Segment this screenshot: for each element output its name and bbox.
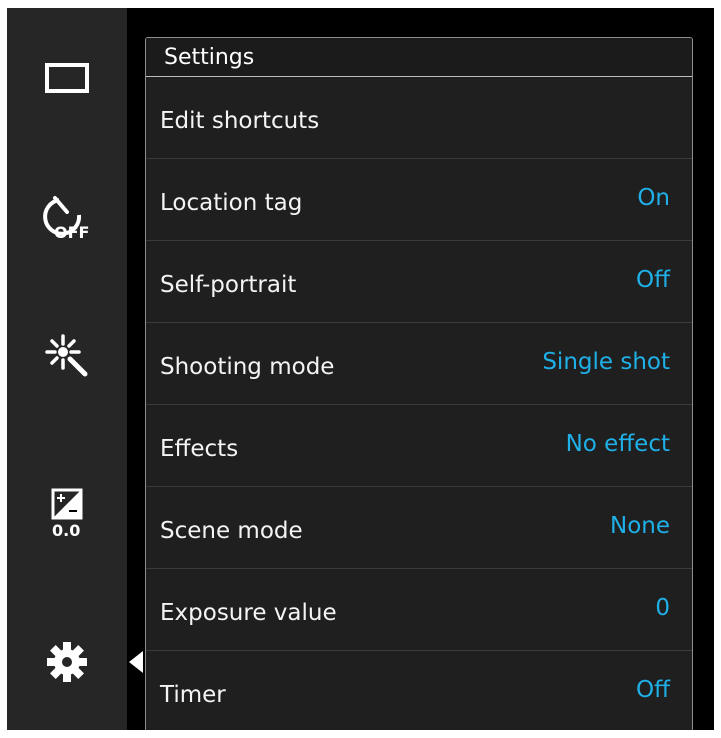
menu-item-location-tag[interactable]: Location tag On: [146, 159, 692, 241]
menu-item-value: 0: [655, 594, 670, 621]
menu-item-value: On: [637, 184, 670, 211]
settings-panel: Settings Edit shortcuts Location tag On …: [145, 37, 693, 730]
menu-item-shooting-mode[interactable]: Shooting mode Single shot: [146, 323, 692, 405]
menu-item-value: Single shot: [542, 348, 670, 375]
camera-sidebar: OFF 0.0: [7, 8, 127, 730]
menu-item-edit-shortcuts[interactable]: Edit shortcuts: [146, 77, 692, 159]
menu-item-label: Scene mode: [160, 517, 303, 544]
panel-title: Settings: [146, 38, 692, 77]
selected-pointer: [129, 651, 143, 673]
settings-list: Edit shortcuts Location tag On Self-port…: [146, 77, 692, 730]
menu-item-timer[interactable]: Timer Off: [146, 651, 692, 730]
camera-settings-screen: OFF 0.0 Settings Edit shortcuts Location…: [7, 8, 714, 730]
settings-gear-icon[interactable]: [37, 632, 97, 692]
exposure-icon[interactable]: 0.0: [37, 484, 97, 544]
timer-off-text: OFF: [54, 223, 89, 242]
menu-item-label: Location tag: [160, 189, 303, 216]
exposure-value-text: 0.0: [52, 521, 80, 540]
menu-item-exposure-value[interactable]: Exposure value 0: [146, 569, 692, 651]
menu-item-value: Off: [636, 677, 670, 703]
menu-item-effects[interactable]: Effects No effect: [146, 405, 692, 487]
menu-item-label: Edit shortcuts: [160, 107, 320, 134]
menu-item-value: Off: [636, 266, 670, 293]
menu-item-scene-mode[interactable]: Scene mode None: [146, 487, 692, 569]
menu-item-self-portrait[interactable]: Self-portrait Off: [146, 241, 692, 323]
menu-item-value: No effect: [565, 430, 670, 457]
menu-item-label: Self-portrait: [160, 271, 297, 298]
effects-icon[interactable]: [37, 326, 97, 386]
aspect-ratio-icon[interactable]: [37, 48, 97, 108]
menu-item-label: Shooting mode: [160, 353, 335, 380]
menu-item-label: Timer: [160, 682, 226, 708]
timer-off-icon[interactable]: OFF: [37, 188, 97, 248]
menu-item-label: Exposure value: [160, 599, 337, 626]
menu-item-value: None: [609, 512, 670, 539]
menu-item-label: Effects: [160, 435, 239, 462]
